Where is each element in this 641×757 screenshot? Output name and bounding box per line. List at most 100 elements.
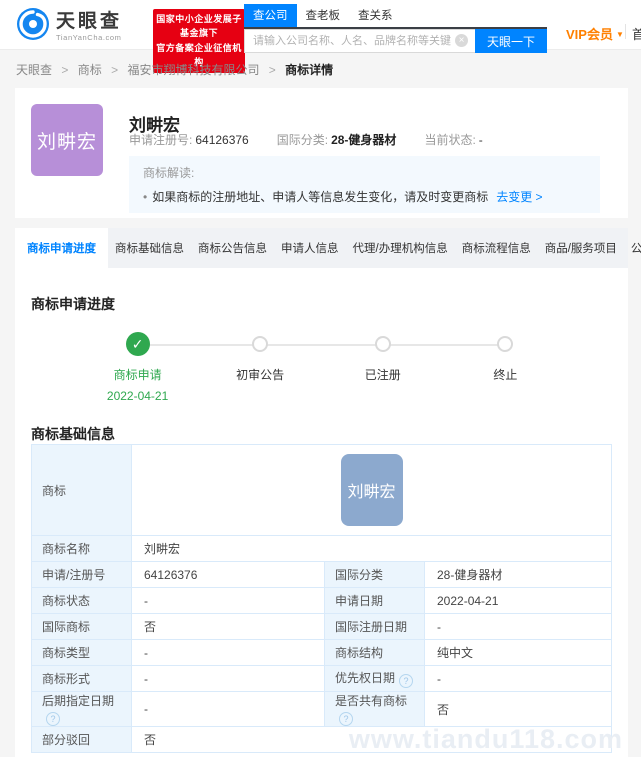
trademark-image-tile: 刘畊宏 <box>340 454 403 526</box>
meta-current-status: 当前状态: - <box>424 133 483 147</box>
help-icon[interactable]: ? <box>339 712 353 726</box>
table-row: 国际商标 否 国际注册日期 - <box>31 613 612 640</box>
step-pending-icon <box>374 336 391 352</box>
table-label-cell: 商标名称 <box>31 535 132 562</box>
table-value-cell: - <box>424 613 612 640</box>
breadcrumb-separator: > <box>61 63 69 77</box>
search-tab-boss[interactable]: 查老板 <box>297 4 350 27</box>
table-label-cell: 部分驳回 <box>31 726 132 753</box>
basic-info-section-heading: 商标基础信息 <box>31 426 115 442</box>
search-button[interactable]: 天眼一下 <box>475 29 547 53</box>
search-block: 查公司 查老板 查关系 × 天眼一下 <box>244 4 547 53</box>
tip-text: 如果商标的注册地址、申请人等信息发生变化，请及时变更商标 <box>152 190 489 204</box>
clear-icon[interactable]: × <box>455 34 468 47</box>
breadcrumb-company[interactable]: 福安市翔博科技有限公司 <box>127 63 259 77</box>
table-row: 后期指定日期? - 是否共有商标? 否 <box>31 691 612 727</box>
table-value-cell: 64126376 <box>131 561 325 588</box>
table-value-cell: - <box>131 639 325 666</box>
table-label-cell: 商标状态 <box>31 587 132 614</box>
progress-section-heading: 商标申请进度 <box>31 296 115 312</box>
vip-label: VIP会员 <box>566 27 613 42</box>
meta-intl-class: 国际分类: 28-健身器材 <box>276 133 397 147</box>
logo[interactable]: 天眼查 TianYanCha.com <box>16 7 122 46</box>
table-label-cell: 是否共有商标? <box>324 691 425 727</box>
meta-reg-number: 申请注册号: 64126376 <box>129 133 249 147</box>
table-value-cell: 28-健身器材 <box>424 561 612 588</box>
trademark-meta-row: 申请注册号: 64126376 国际分类: 28-健身器材 当前状态: - <box>129 131 483 148</box>
bullet-icon: • <box>143 190 148 204</box>
tab-announcement-info[interactable]: 商标公告信息 <box>191 228 274 268</box>
section-tabbar: 商标申请进度 商标基础信息 商标公告信息 申请人信息 代理/办理机构信息 商标流… <box>15 228 641 268</box>
breadcrumb-separator: > <box>268 63 276 77</box>
table-row: 部分驳回 否 <box>31 726 612 753</box>
brand-domain: TianYanCha.com <box>56 32 122 42</box>
table-value-cell: 否 <box>424 691 612 727</box>
tab-basic-info[interactable]: 商标基础信息 <box>108 228 191 268</box>
vip-menu[interactable]: VIP会员 ▼ <box>566 24 624 43</box>
table-label-cell: 商标类型 <box>31 639 132 666</box>
table-label-cell: 商标 <box>31 444 132 536</box>
breadcrumb-current: 商标详情 <box>285 63 334 77</box>
breadcrumb-trademark[interactable]: 商标 <box>78 63 102 77</box>
step-done-icon: ✓ <box>125 332 150 356</box>
table-label-cell: 优先权日期? <box>324 665 425 692</box>
table-value-cell: - <box>131 691 325 727</box>
table-label-cell: 国际商标 <box>31 613 132 640</box>
step-date: 2022-04-21 <box>106 389 169 403</box>
table-label-cell: 后期指定日期? <box>31 691 132 727</box>
trademark-image-tile: 刘畊宏 <box>31 104 103 176</box>
trademark-header-card: 刘畊宏 刘畊宏 申请注册号: 64126376 国际分类: 28-健身器材 当前状态… <box>15 88 628 218</box>
basic-info-table: 商标 刘畊宏 商标名称 刘畊宏 申请/注册号 64126376 国际分类 28-… <box>31 444 612 753</box>
top-header: 天眼查 TianYanCha.com 国家中小企业发展子基金旗下 官方备案企业征… <box>0 0 641 73</box>
search-tab-company[interactable]: 查公司 <box>244 4 297 27</box>
search-tabs: 查公司 查老板 查关系 <box>244 4 547 29</box>
progress-stepper: ✓ 商标申请 2022-04-21 初审公告 已注册 终止 <box>15 324 628 410</box>
table-label-cell: 申请/注册号 <box>31 561 132 588</box>
table-row: 商标状态 - 申请日期 2022-04-21 <box>31 587 612 614</box>
table-value-cell: - <box>131 665 325 692</box>
step-pending-icon <box>497 336 514 352</box>
change-trademark-link[interactable]: 去变更 > <box>496 190 542 204</box>
chevron-down-icon: ▼ <box>615 30 624 39</box>
tab-applicant-info[interactable]: 申请人信息 <box>274 228 346 268</box>
tab-agency-info[interactable]: 代理/办理机构信息 <box>346 228 455 268</box>
help-icon[interactable]: ? <box>399 674 414 688</box>
table-value-cell: 纯中文 <box>424 639 612 666</box>
main-content: 商标申请进度 ✓ 商标申请 2022-04-21 初审公告 已注册 终止 商标基… <box>15 268 628 757</box>
table-label-cell: 国际分类 <box>324 561 425 588</box>
tab-trademark-progress[interactable]: 商标申请进度 <box>15 228 108 268</box>
trademark-image-cell: 刘畊宏 <box>131 444 612 536</box>
table-value-cell: 否 <box>131 726 612 753</box>
table-row: 商标名称 刘畊宏 <box>31 535 612 562</box>
step-pending-icon <box>252 336 269 352</box>
breadcrumb: 天眼查 > 商标 > 福安市翔博科技有限公司 > 商标详情 <box>16 61 333 78</box>
header-divider <box>625 24 626 39</box>
tab-goods-services[interactable]: 商品/服务项目 <box>538 228 624 268</box>
table-label-cell: 商标结构 <box>324 639 425 666</box>
tab-notice-info[interactable]: 公告信息 <box>624 228 641 268</box>
table-row: 商标 刘畊宏 <box>31 444 612 536</box>
partial-nav-item[interactable]: 首 <box>632 24 641 43</box>
table-row: 申请/注册号 64126376 国际分类 28-健身器材 <box>31 561 612 588</box>
help-icon[interactable]: ? <box>46 712 60 726</box>
tip-title: 商标解读: <box>143 166 195 180</box>
table-label-cell: 商标形式 <box>31 665 132 692</box>
table-label-cell: 国际注册日期 <box>324 613 425 640</box>
search-tab-relation[interactable]: 查关系 <box>349 4 402 27</box>
breadcrumb-home[interactable]: 天眼查 <box>16 63 52 77</box>
search-input[interactable] <box>244 29 475 53</box>
table-row: 商标形式 - 优先权日期? - <box>31 665 612 692</box>
tab-process-info[interactable]: 商标流程信息 <box>455 228 538 268</box>
table-row: 商标类型 - 商标结构 纯中文 <box>31 639 612 666</box>
page: 天眼查 TianYanCha.com 国家中小企业发展子基金旗下 官方备案企业征… <box>0 0 641 757</box>
brand-name: 天眼查 <box>56 10 123 32</box>
table-value-cell: 2022-04-21 <box>424 587 612 614</box>
table-label-cell: 申请日期 <box>324 587 425 614</box>
tianyancha-logo-icon <box>16 7 50 46</box>
table-value-cell: - <box>131 587 325 614</box>
trademark-tip-box: 商标解读: • 如果商标的注册地址、申请人等信息发生变化，请及时变更商标 去变更 > <box>129 156 600 213</box>
table-value-cell: 否 <box>131 613 325 640</box>
badge-line-1: 国家中小企业发展子基金旗下 <box>156 14 242 39</box>
tip-line: • 如果商标的注册地址、申请人等信息发生变化，请及时变更商标 去变更 > <box>143 188 586 205</box>
step-terminated: 终止 <box>430 324 580 383</box>
